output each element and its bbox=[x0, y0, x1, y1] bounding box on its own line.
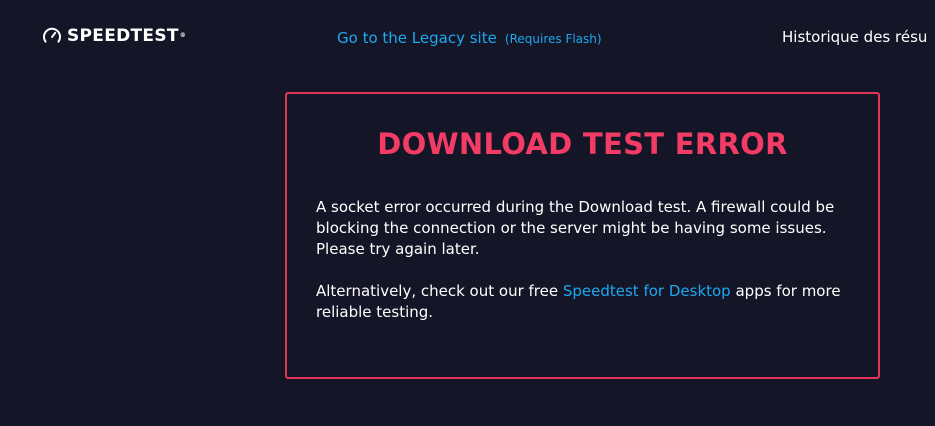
legacy-site-nav: Go to the Legacy site (Requires Flash) bbox=[337, 28, 602, 47]
speedtest-logo[interactable]: SPEEDTEST® bbox=[42, 26, 186, 46]
error-title: DOWNLOAD TEST ERROR bbox=[377, 127, 788, 161]
legacy-site-link[interactable]: Go to the Legacy site bbox=[337, 29, 497, 47]
trademark-mark: ® bbox=[179, 32, 187, 39]
alternative-suggestion: Alternatively, check out our free Speedt… bbox=[316, 281, 850, 323]
alternative-prefix: Alternatively, check out our free bbox=[316, 282, 563, 300]
download-error-panel: DOWNLOAD TEST ERROR A socket error occur… bbox=[285, 92, 880, 379]
speedometer-icon bbox=[43, 27, 61, 43]
logo-text: SPEEDTEST® bbox=[67, 26, 186, 46]
speedtest-desktop-link[interactable]: Speedtest for Desktop bbox=[563, 282, 731, 300]
results-history-link[interactable]: Historique des résu bbox=[782, 28, 927, 46]
error-body: A socket error occurred during the Downl… bbox=[316, 197, 850, 323]
requires-flash-note: (Requires Flash) bbox=[504, 32, 602, 46]
error-message: A socket error occurred during the Downl… bbox=[316, 198, 835, 258]
page: SPEEDTEST® Go to the Legacy site (Requir… bbox=[0, 0, 935, 426]
logo-wordmark: SPEEDTEST bbox=[67, 26, 179, 46]
